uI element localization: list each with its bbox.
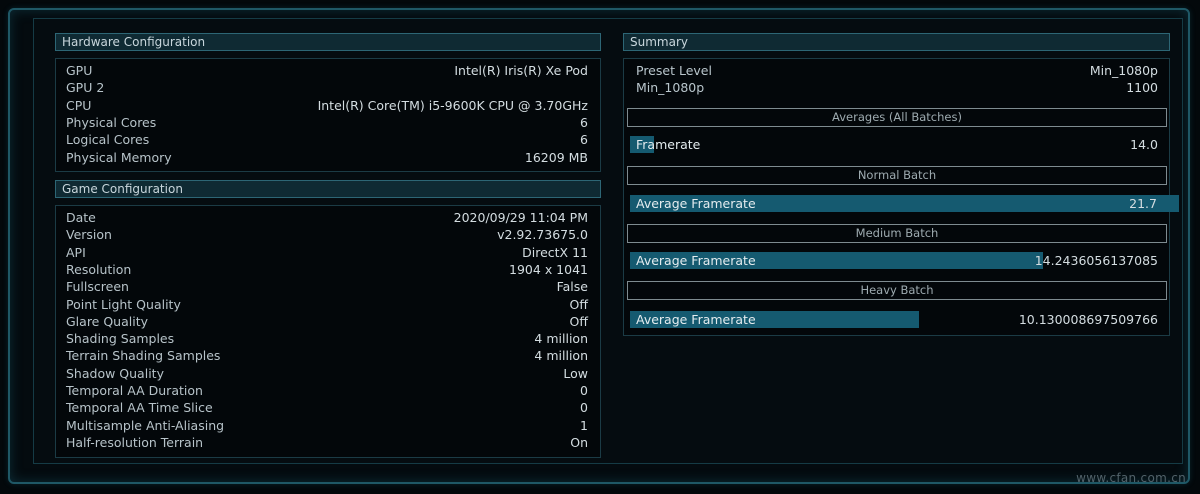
game-config-row: Terrain Shading Samples 4 million bbox=[66, 347, 588, 364]
game-config-row: API DirectX 11 bbox=[66, 244, 588, 261]
hardware-config-row-label: CPU bbox=[66, 97, 92, 113]
averages-framerate-value: 14.0 bbox=[1130, 137, 1158, 152]
score-label: Min_1080p bbox=[636, 80, 705, 95]
game-config-row-value: 1 bbox=[580, 417, 588, 433]
game-config-row-value: Low bbox=[563, 365, 588, 381]
game-config-row: Resolution 1904 x 1041 bbox=[66, 261, 588, 278]
game-config-row-label: Date bbox=[66, 210, 96, 225]
game-config-header: Game Configuration bbox=[55, 180, 601, 198]
game-config-row-label: Point Light Quality bbox=[66, 296, 181, 312]
game-config-row-value: 4 million bbox=[534, 348, 588, 364]
hardware-config-row-label: Logical Cores bbox=[66, 132, 150, 148]
averages-header: Averages (All Batches) bbox=[627, 108, 1167, 127]
hardware-config-row: GPU 2 bbox=[66, 79, 588, 96]
game-config-row-label: Shading Samples bbox=[66, 331, 175, 347]
game-config-row: Shadow Quality Low bbox=[66, 365, 588, 382]
heavy-batch-label: Average Framerate bbox=[636, 312, 756, 327]
game-config-row-label: Temporal AA Time Slice bbox=[66, 400, 213, 416]
hardware-config-row-value: Intel(R) Core(TM) i5-9600K CPU @ 3.70GHz bbox=[317, 97, 588, 113]
game-config-row-label: Fullscreen bbox=[66, 279, 129, 295]
normal-batch-value: 21.7 bbox=[1129, 196, 1157, 211]
medium-batch-header: Medium Batch bbox=[627, 224, 1167, 243]
game-config-row-value: v2.92.73675.0 bbox=[497, 227, 588, 243]
game-config-row-value: False bbox=[556, 279, 588, 295]
hardware-config-row: Logical Cores 6 bbox=[66, 131, 588, 148]
game-config-row-value: 4 million bbox=[534, 331, 588, 347]
game-config-row-label: Terrain Shading Samples bbox=[66, 348, 221, 364]
preset-level-label: Preset Level bbox=[636, 63, 712, 78]
hardware-config-title: Hardware Configuration bbox=[62, 35, 206, 49]
hardware-config-row-label: Physical Memory bbox=[66, 149, 172, 165]
summary-header: Summary bbox=[623, 33, 1170, 51]
averages-framerate-row: Framerate 14.0 bbox=[630, 136, 1166, 153]
watermark-text: www.cfan.com.cn bbox=[1076, 471, 1186, 485]
game-config-row-label: Multisample Anti-Aliasing bbox=[66, 417, 225, 433]
summary-title: Summary bbox=[630, 35, 688, 49]
medium-batch-value: 14.2436056137085 bbox=[1034, 253, 1158, 268]
preset-level-value: Min_1080p bbox=[1089, 63, 1158, 78]
preset-level-row: Preset Level Min_1080p bbox=[636, 63, 1158, 79]
game-config-row-label: Shadow Quality bbox=[66, 365, 164, 381]
hardware-config-row: GPU Intel(R) Iris(R) Xe Pod bbox=[66, 62, 588, 79]
game-config-row: Half-resolution Terrain On bbox=[66, 434, 588, 451]
game-config-row: Glare Quality Off bbox=[66, 313, 588, 330]
hardware-config-header: Hardware Configuration bbox=[55, 33, 601, 51]
game-config-row-label: Half-resolution Terrain bbox=[66, 434, 204, 450]
game-config-row-value: 1904 x 1041 bbox=[509, 261, 588, 277]
normal-batch-row: Average Framerate 21.7 bbox=[630, 195, 1179, 212]
averages-framerate-label: Framerate bbox=[636, 137, 701, 152]
hardware-config-row: Physical Memory 16209 MB bbox=[66, 149, 588, 166]
game-config-title: Game Configuration bbox=[62, 182, 183, 196]
game-config-row-value: Off bbox=[569, 313, 588, 329]
hardware-config-row-value: 6 bbox=[580, 132, 588, 148]
game-config-row: Temporal AA Time Slice 0 bbox=[66, 399, 588, 416]
game-config-row-value: Off bbox=[569, 296, 588, 312]
heavy-batch-header: Heavy Batch bbox=[627, 281, 1167, 300]
game-config-row-label: Glare Quality bbox=[66, 313, 149, 329]
hardware-config-row: CPU Intel(R) Core(TM) i5-9600K CPU @ 3.70… bbox=[66, 97, 588, 114]
game-config-row: Shading Samples 4 million bbox=[66, 330, 588, 347]
medium-batch-label: Average Framerate bbox=[636, 253, 756, 268]
game-config-row: Point Light Quality Off bbox=[66, 296, 588, 313]
hardware-config-row-label: GPU 2 bbox=[66, 80, 105, 96]
game-config-row-value: On bbox=[570, 434, 588, 450]
hardware-config-row-value: Intel(R) Iris(R) Xe Pod bbox=[454, 63, 588, 78]
score-row: Min_1080p 1100 bbox=[636, 80, 1158, 96]
medium-batch-row: Average Framerate 14.2436056137085 bbox=[630, 252, 1166, 269]
game-config-row-value: DirectX 11 bbox=[522, 244, 588, 260]
game-config-row-label: Version bbox=[66, 227, 112, 243]
hardware-config-row: Physical Cores 6 bbox=[66, 114, 588, 131]
hardware-config-row-label: Physical Cores bbox=[66, 114, 157, 130]
heavy-batch-value: 10.130008697509766 bbox=[1018, 312, 1158, 327]
game-config-row-label: Temporal AA Duration bbox=[66, 383, 203, 398]
game-config-row-value: 2020/09/29 11:04 PM bbox=[453, 210, 588, 225]
hardware-config-row-value: 6 bbox=[580, 114, 588, 130]
normal-batch-label: Average Framerate bbox=[636, 196, 756, 211]
game-config-row-label: API bbox=[66, 244, 86, 260]
game-config-row: Multisample Anti-Aliasing 1 bbox=[66, 417, 588, 434]
hardware-config-row-label: GPU bbox=[66, 63, 93, 78]
game-config-row-value: 0 bbox=[580, 383, 588, 398]
heavy-batch-row: Average Framerate 10.130008697509766 bbox=[630, 311, 1166, 328]
hardware-config-row-value: 16209 MB bbox=[524, 149, 588, 165]
game-config-row-value: 0 bbox=[580, 400, 588, 416]
score-value: 1100 bbox=[1126, 80, 1158, 95]
normal-batch-header: Normal Batch bbox=[627, 166, 1167, 185]
game-config-row-label: Resolution bbox=[66, 261, 132, 277]
game-config-row: Date 2020/09/29 11:04 PM bbox=[66, 209, 588, 226]
game-config-row: Temporal AA Duration 0 bbox=[66, 382, 588, 399]
game-config-row: Version v2.92.73675.0 bbox=[66, 226, 588, 243]
game-config-row: Fullscreen False bbox=[66, 278, 588, 295]
